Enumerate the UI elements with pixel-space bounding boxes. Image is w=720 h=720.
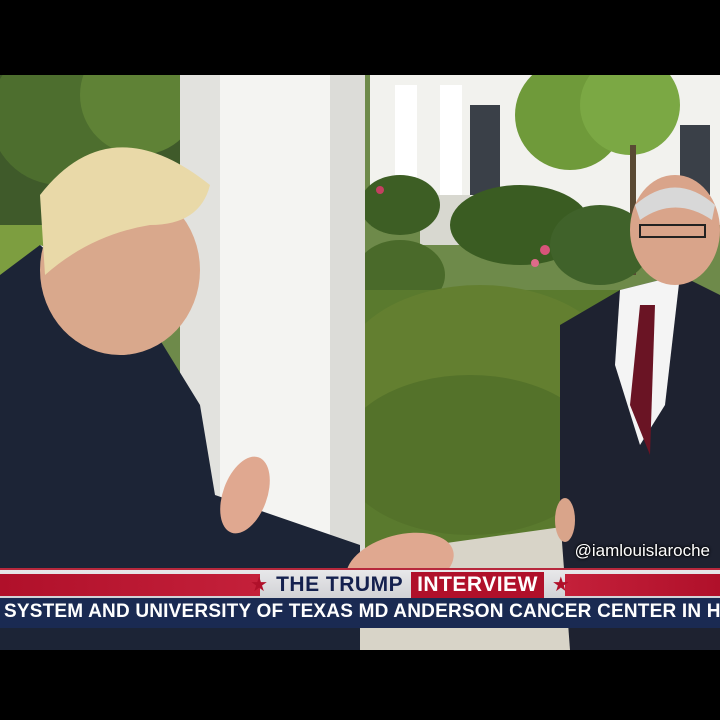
program-title-part2: INTERVIEW — [411, 572, 544, 598]
banner-red-bar-right — [565, 574, 720, 596]
lower-third-banner: ★ THE TRUMP INTERVIEW ★ — [0, 568, 720, 600]
star-icon: ★ — [250, 574, 269, 596]
watermark-handle: @iamlouislaroche — [574, 541, 710, 560]
news-ticker: SYSTEM AND UNIVERSITY OF TEXAS MD ANDERS… — [0, 598, 720, 628]
video-frame: @iamlouislaroche ★ THE TRUMP INTERVIEW ★… — [0, 0, 720, 720]
star-icon: ★ — [551, 574, 570, 596]
program-title: ★ THE TRUMP INTERVIEW ★ — [240, 571, 580, 599]
banner-red-bar-left — [0, 574, 260, 596]
program-title-part1: THE TRUMP — [276, 573, 404, 596]
interview-scene — [0, 75, 720, 650]
scene-illustration — [0, 75, 720, 650]
ticker-text: SYSTEM AND UNIVERSITY OF TEXAS MD ANDERS… — [4, 601, 720, 622]
